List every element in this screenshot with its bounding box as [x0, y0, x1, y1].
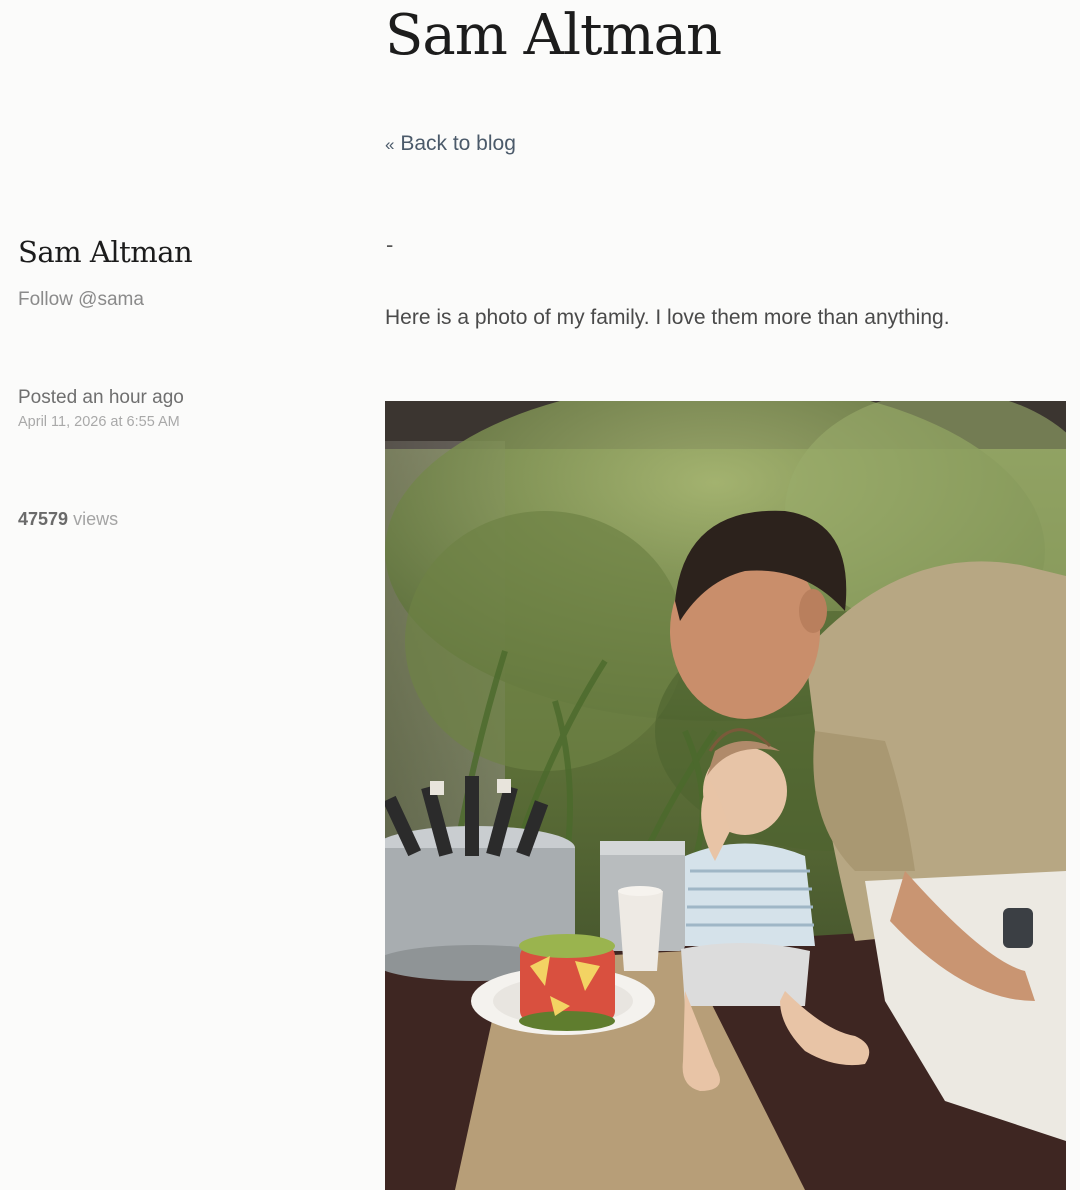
- posted-relative-time: Posted an hour ago: [18, 387, 184, 408]
- sidebar: Sam Altman Follow @sama Posted an hour a…: [18, 232, 338, 531]
- author-name[interactable]: Sam Altman: [18, 232, 338, 272]
- posted-date: April 11, 2026 at 6:55 AM: [18, 414, 180, 430]
- view-counter: 47579 views: [18, 507, 338, 531]
- family-photo-illustration: [385, 401, 1066, 1190]
- follow-link[interactable]: Follow @sama: [18, 288, 338, 312]
- views-label: views: [73, 509, 119, 529]
- site-title[interactable]: Sam Altman: [385, 0, 722, 72]
- back-arrows-icon: «: [385, 135, 395, 154]
- family-photo: [385, 401, 1066, 1190]
- back-to-blog-link[interactable]: « Back to blog: [385, 130, 516, 159]
- back-to-blog-label: Back to blog: [400, 132, 516, 155]
- views-count: 47579: [18, 509, 69, 529]
- post-title: -: [386, 232, 394, 257]
- post-body: Here is a photo of my family. I love the…: [385, 306, 950, 329]
